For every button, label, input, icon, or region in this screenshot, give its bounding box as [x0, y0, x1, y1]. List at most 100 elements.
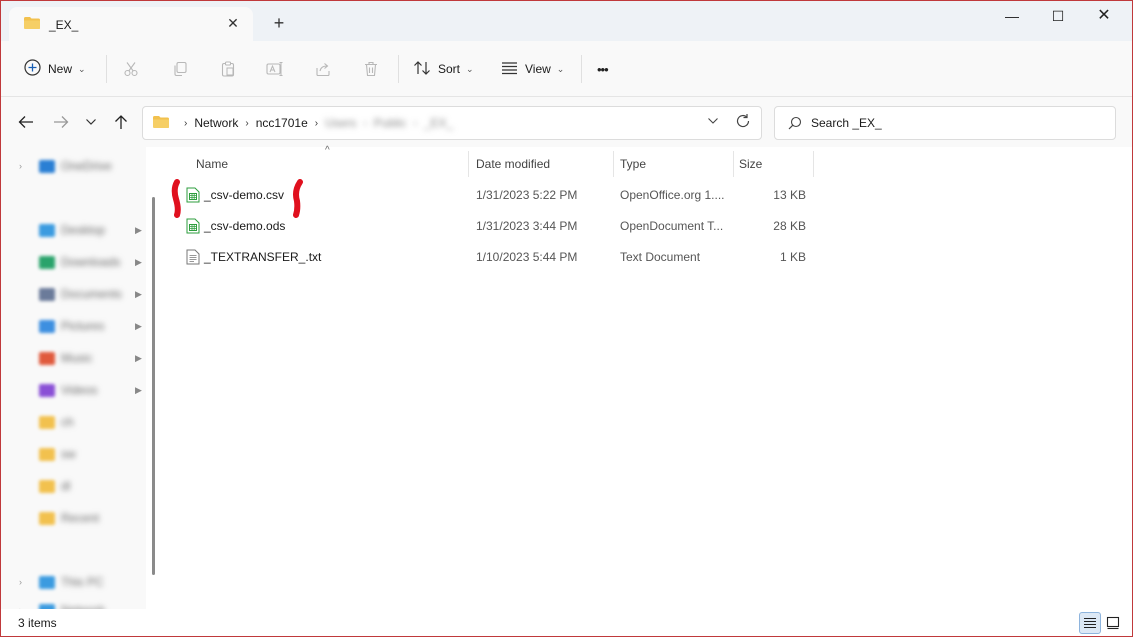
details-view-icon	[1084, 617, 1096, 629]
sidebar-item-icon	[39, 511, 55, 525]
plus-circle-icon	[24, 59, 41, 79]
details-view-button[interactable]	[1079, 612, 1101, 634]
sidebar-item[interactable]: › OneDrive	[1, 152, 141, 180]
sidebar-item-icon	[39, 223, 55, 237]
tab-title: _EX_	[49, 18, 79, 32]
sidebar-item-icon	[39, 383, 55, 397]
column-header-size[interactable]: Size	[739, 149, 762, 179]
forward-button[interactable]	[50, 111, 72, 133]
sidebar-item[interactable]: Desktop ▶	[1, 216, 142, 244]
copy-icon[interactable]	[168, 57, 192, 81]
minimize-button[interactable]: —	[989, 1, 1035, 31]
sidebar-item[interactable]: Pictures ▶	[1, 312, 142, 340]
sidebar-item-icon	[39, 255, 55, 269]
file-date: 1/10/2023 5:44 PM	[476, 250, 578, 264]
delete-icon[interactable]	[359, 57, 383, 81]
breadcrumb-host[interactable]: ncc1701e	[256, 116, 308, 130]
tab-ex[interactable]: _EX_ ✕	[9, 7, 253, 41]
tab-close-icon[interactable]: ✕	[224, 14, 242, 32]
column-divider[interactable]	[468, 151, 469, 177]
large-icons-view-icon	[1106, 616, 1120, 630]
chevron-right-icon[interactable]: ›	[19, 577, 22, 587]
refresh-icon[interactable]	[735, 113, 753, 131]
file-size: 13 KB	[773, 188, 806, 202]
column-divider[interactable]	[733, 151, 734, 177]
column-header-type[interactable]: Type	[620, 149, 646, 179]
maximize-button[interactable]: ☐	[1035, 1, 1081, 31]
breadcrumb-blurred-ex[interactable]: _EX_	[424, 116, 453, 130]
sidebar-item-icon	[39, 479, 55, 493]
status-bar: 3 items	[1, 609, 1132, 636]
folder-icon	[152, 115, 170, 132]
view-label: View	[525, 62, 551, 76]
chevron-right-icon: ›	[184, 117, 188, 129]
sidebar-item-label: Videos	[61, 383, 98, 397]
sidebar-item[interactable]: sw	[1, 440, 141, 468]
sidebar-item[interactable]: ch	[1, 408, 141, 436]
up-button[interactable]	[110, 111, 132, 133]
file-date: 1/31/2023 5:22 PM	[476, 188, 578, 202]
sidebar-item-label: dl	[61, 479, 71, 493]
chevron-right-icon: ›	[413, 117, 417, 129]
up-arrow-icon	[115, 115, 127, 129]
sidebar-item-label: Recent	[61, 511, 100, 525]
sort-button[interactable]: Sort ⌄	[413, 57, 474, 81]
view-button[interactable]: View ⌄	[501, 57, 564, 81]
column-divider[interactable]	[813, 151, 814, 177]
red-annotation-mark-left	[171, 179, 181, 218]
cut-icon[interactable]	[119, 57, 143, 81]
file-row[interactable]: _TEXTRANSFER_.txt 1/10/2023 5:44 PM Text…	[171, 242, 821, 272]
close-window-button[interactable]: ✕	[1081, 1, 1127, 31]
more-options-button[interactable]: •••	[597, 57, 609, 81]
text-file-icon	[186, 249, 200, 268]
sidebar-item[interactable]: ›Network	[1, 596, 141, 609]
sidebar-item[interactable]: › This PC	[1, 568, 141, 596]
new-tab-button[interactable]: +	[269, 13, 289, 33]
breadcrumb-network[interactable]: Network	[194, 116, 238, 130]
pin-icon: ▶	[135, 224, 142, 235]
breadcrumb-blurred-public[interactable]: Public	[374, 116, 407, 130]
back-button[interactable]	[15, 111, 37, 133]
file-explorer-window: _EX_ ✕ + — ☐ ✕ New ⌄ Sort ⌄ View ⌄ ••• ›…	[1, 1, 1132, 636]
navigation-pane: › OneDrive Desktop ▶ Downloads ▶ Documents ▶ Pic…	[1, 147, 146, 609]
recent-locations-button[interactable]	[80, 111, 102, 133]
file-date: 1/31/2023 3:44 PM	[476, 219, 578, 233]
share-icon[interactable]	[311, 57, 335, 81]
file-row[interactable]: _csv-demo.ods 1/31/2023 3:44 PM OpenDocu…	[171, 211, 821, 241]
breadcrumb-blurred-users[interactable]: Users	[325, 116, 356, 130]
forward-arrow-icon	[54, 116, 69, 128]
new-button[interactable]: New ⌄	[24, 57, 86, 81]
sidebar-item-label: Downloads	[61, 255, 121, 269]
sidebar-item[interactable]: Videos ▶	[1, 376, 142, 404]
view-list-icon	[501, 61, 518, 78]
column-divider[interactable]	[613, 151, 614, 177]
column-header-date[interactable]: Date modified	[476, 149, 550, 179]
sidebar-item[interactable]: Downloads ▶	[1, 248, 142, 276]
rename-icon[interactable]	[263, 57, 287, 81]
search-input[interactable]	[811, 113, 1101, 133]
pin-icon: ▶	[135, 352, 142, 363]
address-dropdown-icon[interactable]	[705, 115, 721, 131]
sidebar-item[interactable]: Recent	[1, 504, 141, 532]
pin-icon: ▶	[135, 256, 142, 267]
tiles-view-button[interactable]	[1102, 612, 1124, 634]
sidebar-scroll-thumb[interactable]	[152, 197, 155, 575]
pin-icon: ▶	[135, 288, 142, 299]
file-row[interactable]: _csv-demo.csv 1/31/2023 5:22 PM OpenOffi…	[171, 180, 821, 210]
sidebar-item-label: Music	[61, 351, 93, 365]
sidebar-item[interactable]: Documents ▶	[1, 280, 142, 308]
column-header-name[interactable]: Name	[196, 149, 228, 179]
pin-icon: ▶	[135, 320, 142, 331]
new-label: New	[48, 62, 73, 76]
chevron-right-icon: ›	[314, 117, 319, 129]
chevron-right-icon: ›	[363, 117, 367, 129]
sort-icon	[413, 60, 431, 79]
paste-icon[interactable]	[216, 57, 240, 81]
sidebar-item[interactable]: dl	[1, 472, 141, 500]
chevron-right-icon[interactable]: ›	[19, 161, 22, 171]
sort-label: Sort	[438, 62, 461, 76]
file-list: Name ^ Date modified Type Size _csv-demo…	[161, 145, 1132, 609]
search-box[interactable]	[774, 106, 1116, 140]
address-bar[interactable]: › Network › ncc1701e › Users › Public › …	[142, 106, 762, 140]
sidebar-item[interactable]: Music ▶	[1, 344, 142, 372]
